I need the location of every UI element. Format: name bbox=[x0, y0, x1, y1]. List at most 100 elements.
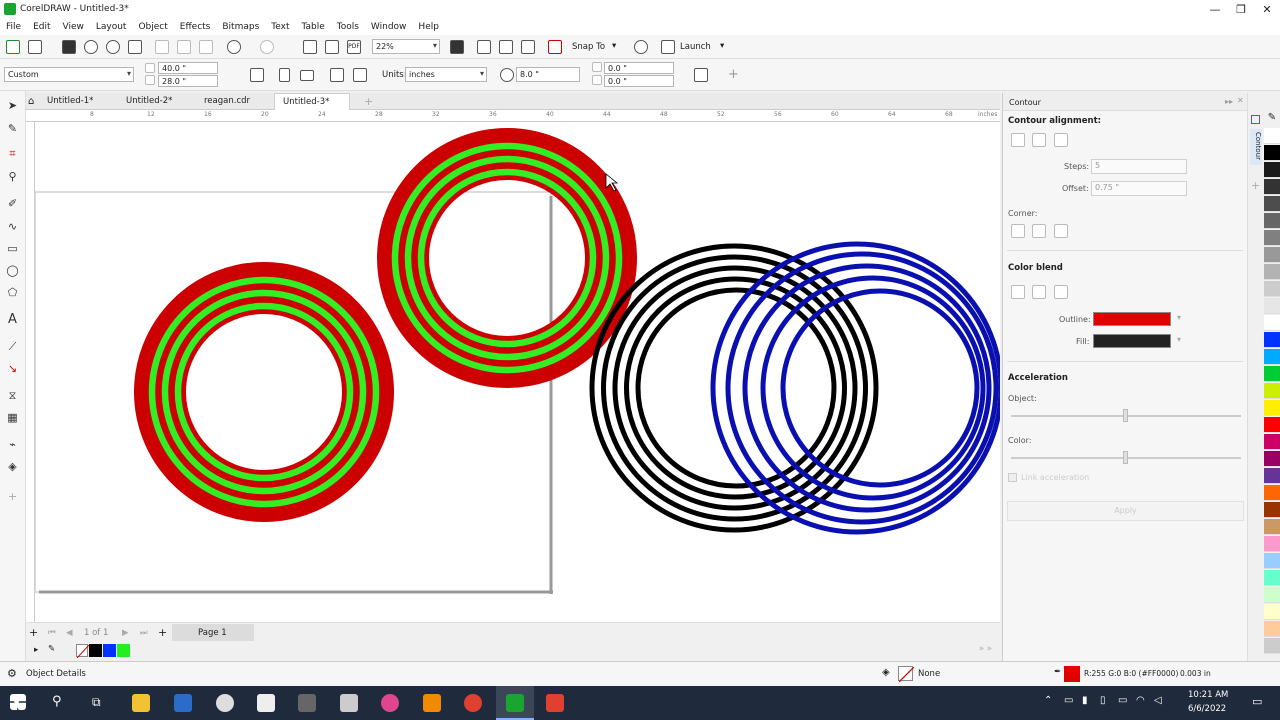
menu-file[interactable]: File bbox=[0, 22, 27, 32]
wifi-icon[interactable]: ◠ bbox=[1136, 695, 1145, 706]
steps-field[interactable]: 5 bbox=[1091, 159, 1187, 174]
polygon-tool-icon[interactable]: ⬠ bbox=[5, 286, 20, 300]
palette-swatch[interactable] bbox=[1264, 145, 1280, 161]
menu-bitmaps[interactable]: Bitmaps bbox=[216, 22, 265, 32]
chevron-down-icon[interactable]: ▾ bbox=[1177, 313, 1181, 322]
maximize-button[interactable]: ❐ bbox=[1228, 0, 1254, 18]
bleed-icon[interactable] bbox=[694, 68, 708, 82]
palette-swatch[interactable] bbox=[1264, 179, 1280, 195]
undo-icon[interactable] bbox=[227, 40, 241, 54]
clock-date[interactable]: 6/6/2022 bbox=[1188, 704, 1226, 714]
color-slider-thumb[interactable] bbox=[1123, 451, 1128, 464]
landscape-icon[interactable] bbox=[300, 70, 314, 81]
palette-swatch[interactable] bbox=[1264, 468, 1280, 484]
to-center-icon[interactable] bbox=[1011, 133, 1025, 147]
app-b-icon[interactable] bbox=[423, 694, 441, 712]
print-icon[interactable] bbox=[128, 40, 142, 54]
portrait-icon[interactable] bbox=[279, 68, 290, 82]
export-icon[interactable] bbox=[325, 40, 339, 54]
cloud-download-icon[interactable] bbox=[106, 40, 120, 54]
rectangle-tool-icon[interactable]: ▭ bbox=[5, 242, 20, 256]
palette-swatch[interactable] bbox=[1264, 298, 1280, 314]
connector-tool-icon[interactable]: ↘ bbox=[5, 362, 20, 376]
volume-icon[interactable]: ◁ bbox=[1154, 695, 1162, 706]
contour-docker-tab[interactable]: Contour bbox=[1250, 129, 1262, 165]
palette-swatch[interactable] bbox=[1264, 434, 1280, 450]
contour-black-ring[interactable] bbox=[612, 265, 858, 511]
app-media-icon[interactable] bbox=[340, 694, 358, 712]
new-document-icon[interactable] bbox=[6, 40, 20, 54]
ellipse-tool-icon[interactable]: ◯ bbox=[5, 264, 20, 278]
menu-table[interactable]: Table bbox=[295, 22, 330, 32]
previous-page-icon[interactable]: ◀ bbox=[66, 628, 73, 638]
palette-swatch[interactable] bbox=[1264, 604, 1280, 620]
no-color-swatch[interactable] bbox=[76, 644, 90, 659]
palette-expand-icon[interactable]: ▸ bbox=[34, 645, 38, 655]
display-icon[interactable]: ▭ bbox=[1118, 695, 1127, 706]
show-rulers-icon[interactable] bbox=[477, 40, 491, 54]
launch-icon[interactable] bbox=[661, 40, 675, 54]
page-size-select[interactable]: Custom bbox=[4, 67, 134, 82]
round-corner-icon[interactable] bbox=[1032, 224, 1046, 238]
open-folder-icon[interactable] bbox=[28, 40, 42, 54]
palette-swatch[interactable] bbox=[1264, 570, 1280, 586]
palette-swatch[interactable] bbox=[1264, 332, 1280, 348]
tab-reagan[interactable]: reagan.cdr bbox=[196, 93, 258, 110]
launch-button[interactable]: Launch bbox=[680, 42, 711, 52]
palette-swatch[interactable] bbox=[1264, 264, 1280, 280]
palette-swatch[interactable] bbox=[1264, 417, 1280, 433]
palette-swatch[interactable] bbox=[1264, 315, 1280, 331]
coreldraw-taskbar-icon[interactable] bbox=[506, 694, 524, 712]
menu-layout[interactable]: Layout bbox=[90, 22, 133, 32]
duplicate-x-field[interactable]: 0.0 " bbox=[604, 62, 674, 74]
show-guidelines-icon[interactable] bbox=[521, 40, 535, 54]
current-page-icon[interactable] bbox=[353, 68, 367, 82]
minimize-button[interactable]: — bbox=[1202, 0, 1228, 18]
palette-swatch[interactable] bbox=[1264, 553, 1280, 569]
palette-swatch[interactable] bbox=[1264, 587, 1280, 603]
palette-swatch[interactable] bbox=[1264, 281, 1280, 297]
chevron-down-icon[interactable]: ▾ bbox=[612, 41, 616, 51]
menu-text[interactable]: Text bbox=[265, 22, 295, 32]
menu-edit[interactable]: Edit bbox=[27, 22, 56, 32]
chevron-down-icon[interactable]: ▾ bbox=[1177, 335, 1181, 344]
text-tool-icon[interactable]: A bbox=[5, 313, 20, 327]
page-1-tab[interactable]: Page 1 bbox=[172, 624, 254, 641]
snap-toggle-icon[interactable] bbox=[548, 40, 562, 54]
palette-swatch[interactable] bbox=[1264, 485, 1280, 501]
network-icon[interactable]: ▭ bbox=[1064, 695, 1073, 706]
units-select[interactable]: inches bbox=[405, 67, 487, 82]
full-screen-icon[interactable] bbox=[450, 40, 464, 54]
freehand-tool-icon[interactable]: ✐ bbox=[5, 197, 20, 211]
palette-swatch[interactable] bbox=[1264, 451, 1280, 467]
palette-swatch[interactable] bbox=[1264, 162, 1280, 178]
windows-start-icon[interactable] bbox=[10, 694, 26, 710]
palette-swatch[interactable] bbox=[1264, 196, 1280, 212]
save-icon[interactable] bbox=[62, 40, 76, 54]
menu-tools[interactable]: Tools bbox=[331, 22, 365, 32]
app-globe-icon[interactable] bbox=[216, 694, 234, 712]
eyedropper-icon[interactable]: ✎ bbox=[48, 644, 55, 654]
file-explorer-icon[interactable] bbox=[132, 694, 150, 712]
menu-window[interactable]: Window bbox=[365, 22, 413, 32]
contour-black-ring[interactable] bbox=[601, 254, 868, 522]
next-page-icon[interactable]: ▶ bbox=[122, 628, 129, 638]
link-acceleration-checkbox[interactable] bbox=[1008, 473, 1017, 482]
scroll-right-icon[interactable]: » » bbox=[979, 644, 992, 654]
paste-icon[interactable] bbox=[199, 40, 213, 54]
menu-object[interactable]: Object bbox=[132, 22, 173, 32]
blue-swatch[interactable] bbox=[103, 644, 116, 657]
pdf-publish-icon[interactable]: PDF bbox=[347, 40, 361, 54]
battery-icon[interactable]: ▮ bbox=[1082, 695, 1088, 706]
palette-swatch[interactable] bbox=[1264, 519, 1280, 535]
lock-ratio-icon[interactable] bbox=[250, 68, 264, 82]
nudge-distance-field[interactable]: 8.0 " bbox=[516, 67, 580, 82]
menu-help[interactable]: Help bbox=[412, 22, 445, 32]
pick-tool-icon[interactable]: ➤ bbox=[5, 99, 20, 113]
properties-tab-icon[interactable] bbox=[1251, 115, 1260, 124]
add-icon[interactable]: + bbox=[728, 67, 739, 82]
apply-button[interactable]: Apply bbox=[1007, 501, 1244, 521]
app-drop-icon[interactable] bbox=[381, 694, 399, 712]
counterclockwise-blend-icon[interactable] bbox=[1054, 285, 1068, 299]
snap-to-button[interactable]: Snap To bbox=[572, 42, 605, 52]
